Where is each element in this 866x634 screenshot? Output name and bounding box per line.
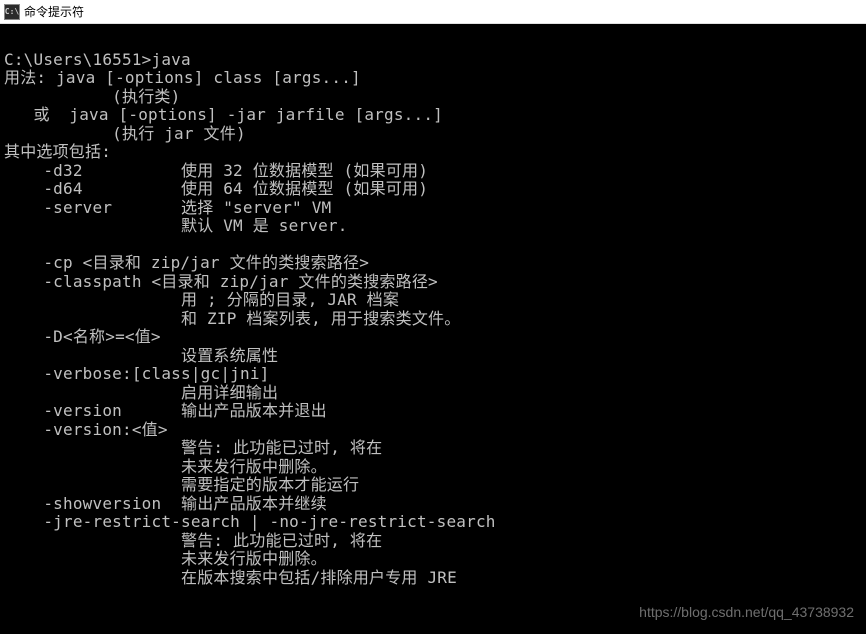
window-title-bar[interactable]: C:\ 命令提示符: [0, 0, 866, 24]
terminal-area[interactable]: C:\Users\16551>java 用法: java [-options] …: [0, 24, 866, 634]
window-title: 命令提示符: [24, 3, 84, 20]
terminal-output: C:\Users\16551>java 用法: java [-options] …: [4, 32, 862, 587]
cmd-icon: C:\: [4, 4, 20, 20]
watermark-text: https://blog.csdn.net/qq_43738932: [639, 604, 854, 620]
